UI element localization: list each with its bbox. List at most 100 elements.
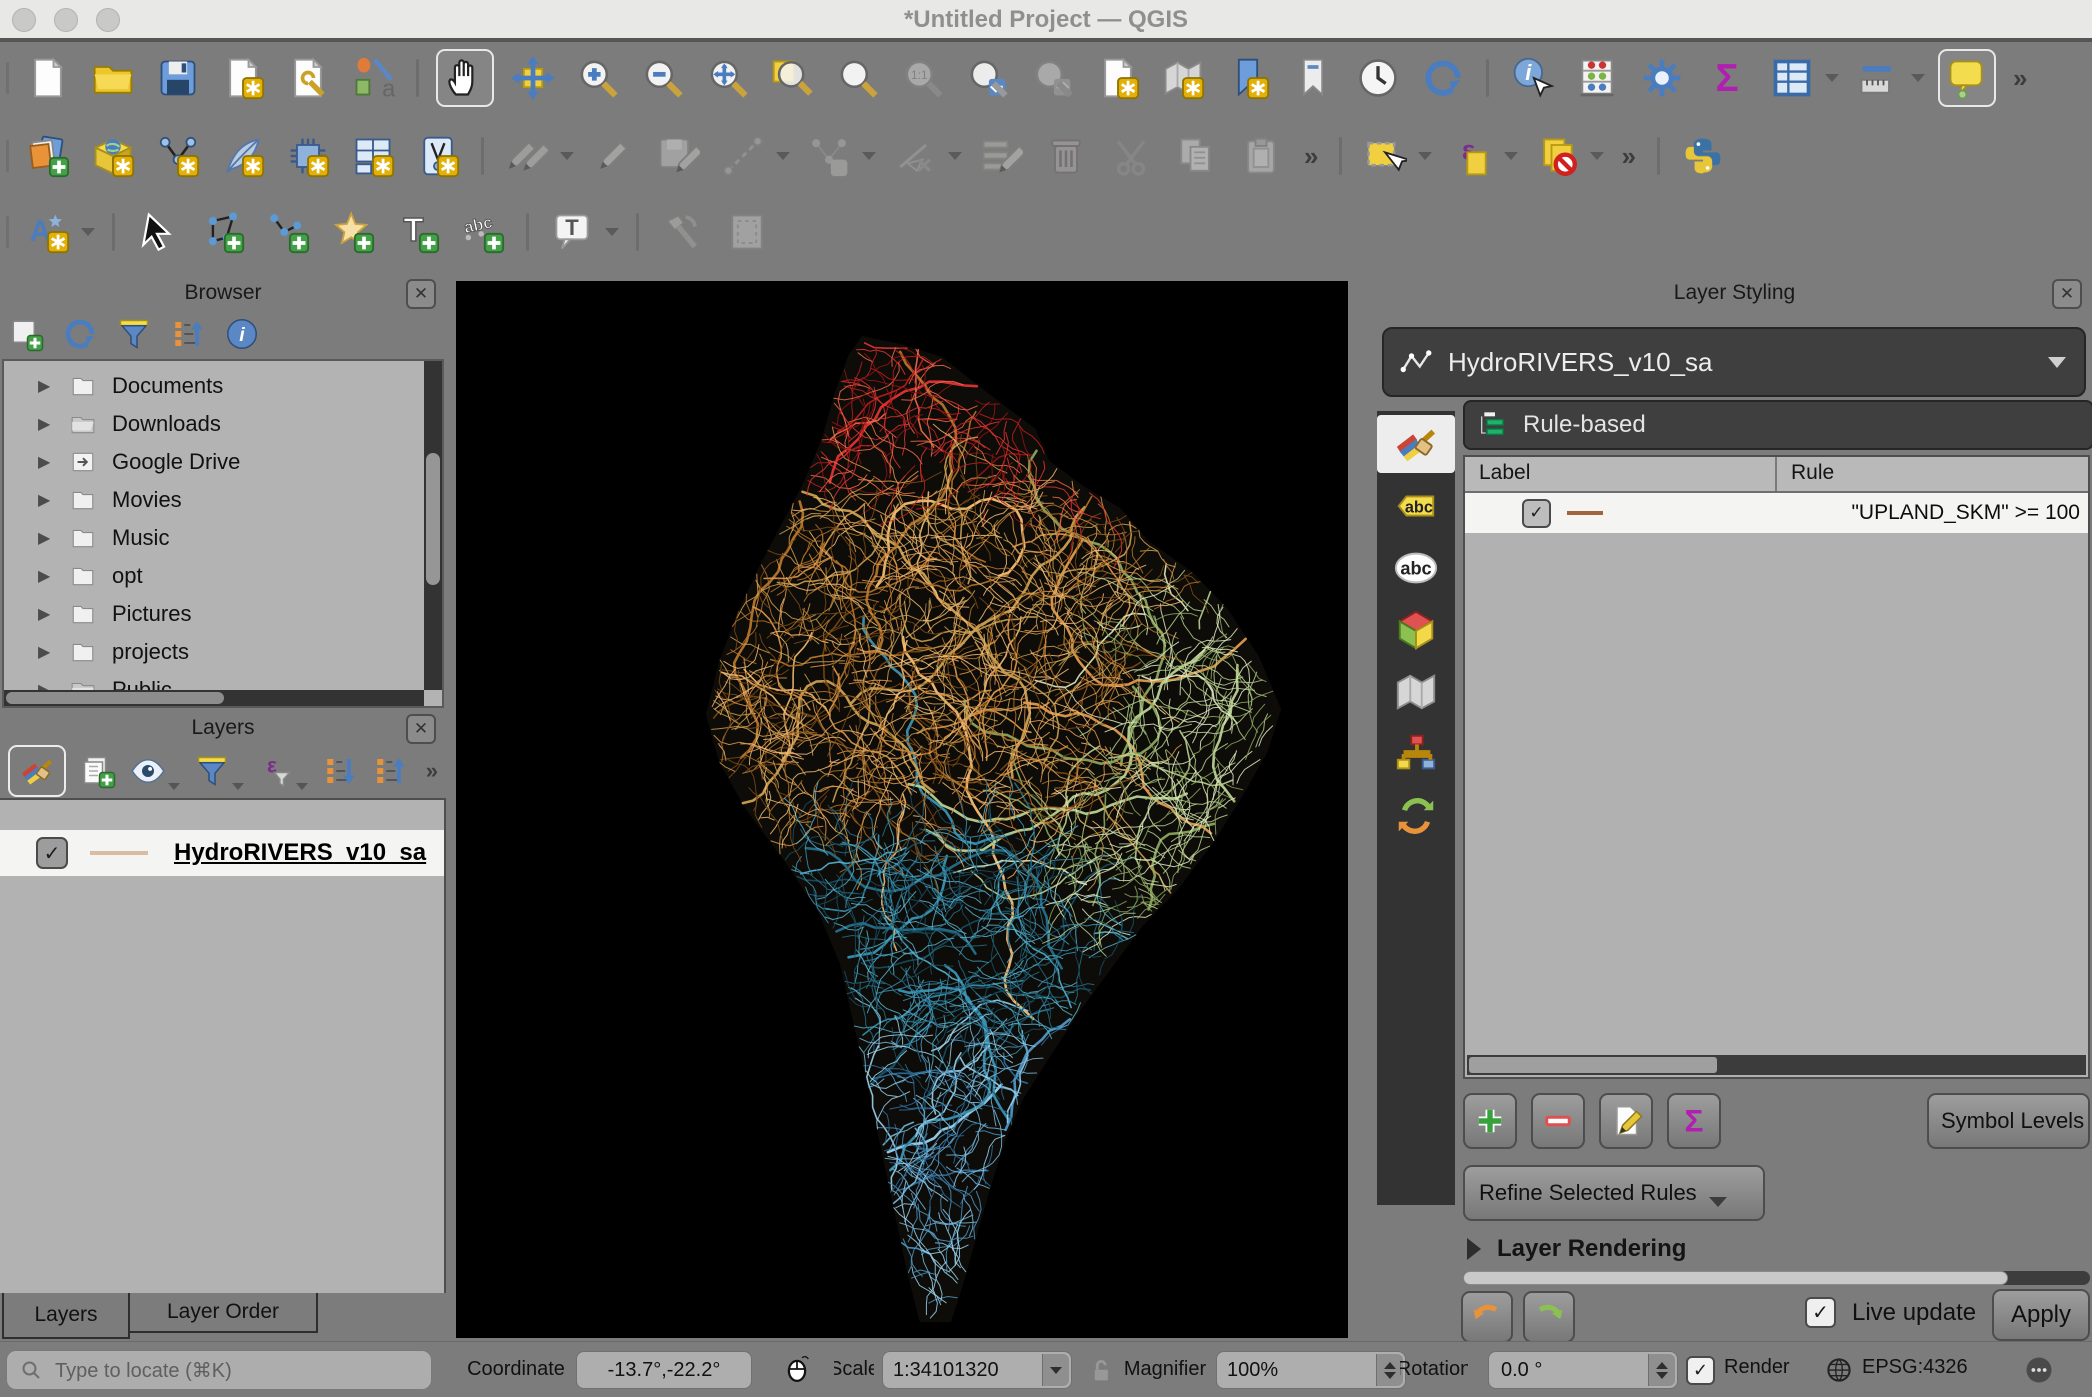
symbol-levels-button[interactable]: Symbol Levels… xyxy=(1927,1093,2090,1149)
refresh-map-button[interactable] xyxy=(1417,52,1469,104)
chevron-down-icon[interactable] xyxy=(1418,152,1432,160)
tab-history[interactable] xyxy=(1377,787,1455,845)
toolbar-overflow-button[interactable]: » xyxy=(1621,141,1635,172)
zoom-in-button[interactable] xyxy=(572,52,624,104)
pan-map-button[interactable] xyxy=(436,49,494,107)
zoom-to-layer-button[interactable] xyxy=(832,52,884,104)
chevron-down-icon[interactable] xyxy=(1504,152,1518,160)
rule-checkbox[interactable]: ✓ xyxy=(1522,499,1551,528)
tab-layer-order[interactable]: Layer Order xyxy=(128,1293,318,1333)
redo-style-button[interactable] xyxy=(1523,1291,1575,1343)
new-shapefile-layer-button[interactable] xyxy=(152,130,204,182)
chevron-down-icon[interactable] xyxy=(81,228,95,236)
measure-line-button[interactable] xyxy=(1852,52,1904,104)
show-layout-manager-button[interactable] xyxy=(282,52,334,104)
toolbar-drag-handle[interactable] xyxy=(6,62,9,94)
crs-status[interactable]: EPSG:4326 xyxy=(1862,1356,1968,1379)
toolbar-drag-handle[interactable] xyxy=(6,140,9,172)
live-update-control[interactable]: ✓ Live update xyxy=(1805,1297,1976,1328)
tab-labels[interactable]: abc xyxy=(1377,477,1455,535)
browser-item-downloads[interactable]: ▶Downloads xyxy=(4,405,442,443)
close-browser-panel-button[interactable]: ✕ xyxy=(406,279,436,309)
chevron-down-icon[interactable] xyxy=(605,228,619,236)
toolbar-drag-handle[interactable] xyxy=(6,216,9,248)
edit-rule-button[interactable] xyxy=(1599,1093,1653,1149)
tab-multiedit-style[interactable] xyxy=(1377,725,1455,783)
close-layer-styling-button[interactable]: ✕ xyxy=(2052,279,2082,309)
add-rule-button[interactable] xyxy=(1463,1093,1517,1149)
chevron-down-icon[interactable] xyxy=(168,783,180,790)
new-print-layout-button[interactable] xyxy=(217,52,269,104)
new-temporary-scratch-layer-button[interactable] xyxy=(412,130,464,182)
select-by-expression-button[interactable]: ε xyxy=(1445,130,1497,182)
temporal-controller-button[interactable] xyxy=(1352,52,1404,104)
live-update-checkbox[interactable]: ✓ xyxy=(1805,1297,1836,1328)
rotation-spinbox[interactable]: 0.0 ° xyxy=(1488,1351,1678,1389)
renderer-type-select[interactable]: Rule-based xyxy=(1463,400,2092,450)
rules-horizontal-scrollbar[interactable] xyxy=(1467,1055,2086,1075)
open-attribute-table-button[interactable] xyxy=(1766,52,1818,104)
toolbar-overflow-button[interactable]: » xyxy=(2013,63,2027,94)
field-calculator-button[interactable] xyxy=(1571,52,1623,104)
filter-browser-button[interactable] xyxy=(116,316,152,352)
filter-legend-button[interactable] xyxy=(194,753,230,789)
rule-statistics-button[interactable]: Σ xyxy=(1667,1093,1721,1149)
coordinate-input[interactable]: -13.7°,-22.2° xyxy=(576,1351,752,1389)
browser-horizontal-scrollbar[interactable] xyxy=(4,690,424,706)
browser-vertical-scrollbar[interactable] xyxy=(424,361,442,690)
statistical-summary-button[interactable]: Σ xyxy=(1701,52,1753,104)
browser-item-opt[interactable]: ▶opt xyxy=(4,557,442,595)
browser-item-pictures[interactable]: ▶Pictures xyxy=(4,595,442,633)
browser-tree[interactable]: ▶Documents▶Downloads▶Google Drive▶Movies… xyxy=(2,359,444,708)
expand-arrow-icon[interactable]: ▶ xyxy=(38,452,54,472)
pan-to-selection-button[interactable] xyxy=(507,52,559,104)
processing-toolbox-button[interactable] xyxy=(1636,52,1688,104)
identify-features-button[interactable]: i xyxy=(1506,52,1558,104)
expand-arrow-icon[interactable]: ▶ xyxy=(38,528,54,548)
create-text-along-line-button[interactable]: abc xyxy=(457,206,509,258)
show-spatial-bookmarks-button[interactable] xyxy=(1157,52,1209,104)
map-canvas[interactable] xyxy=(456,281,1348,1338)
browser-item-movies[interactable]: ▶Movies xyxy=(4,481,442,519)
styling-layer-select[interactable]: HydroRIVERS_v10_sa xyxy=(1382,327,2086,397)
new-virtual-layer-button[interactable] xyxy=(347,130,399,182)
manage-visibility-button[interactable] xyxy=(130,753,166,789)
show-bookmark-manager-button[interactable] xyxy=(1287,52,1339,104)
create-text-annotation-button[interactable]: T xyxy=(392,206,444,258)
new-spatial-bookmark-button[interactable] xyxy=(1092,52,1144,104)
chevron-down-icon[interactable] xyxy=(560,152,574,160)
create-marker-annotation-button[interactable] xyxy=(327,206,379,258)
balloon-annotation-button[interactable]: T xyxy=(546,206,598,258)
expand-arrow-icon[interactable]: ▶ xyxy=(38,566,54,586)
filter-by-expression-button[interactable]: ε xyxy=(258,753,294,789)
tab-layers[interactable]: Layers xyxy=(2,1293,130,1339)
new-project-button[interactable] xyxy=(22,52,74,104)
layer-visibility-checkbox[interactable]: ✓ xyxy=(36,837,68,869)
open-project-button[interactable] xyxy=(87,52,139,104)
tab-symbology[interactable] xyxy=(1377,415,1455,473)
chevron-down-icon[interactable] xyxy=(1911,74,1925,82)
expand-arrow-icon[interactable]: ▶ xyxy=(38,490,54,510)
save-project-button[interactable] xyxy=(152,52,204,104)
rotation-stepper[interactable] xyxy=(1648,1354,1675,1386)
chevron-down-icon[interactable] xyxy=(776,152,790,160)
chevron-down-icon[interactable] xyxy=(232,783,244,790)
expand-arrow-icon[interactable]: ▶ xyxy=(38,376,54,396)
style-manager-button[interactable]: a xyxy=(347,52,399,104)
browser-item-projects[interactable]: ▶projects xyxy=(4,633,442,671)
close-layers-panel-button[interactable]: ✕ xyxy=(406,714,436,744)
magnifier-spinbox[interactable]: 100% xyxy=(1216,1351,1406,1389)
chevron-down-icon[interactable] xyxy=(1590,152,1604,160)
refresh-browser-button[interactable] xyxy=(62,316,98,352)
chevron-down-icon[interactable] xyxy=(1825,74,1839,82)
render-checkbox[interactable]: ✓ xyxy=(1686,1356,1715,1385)
layer-rendering-section[interactable]: Layer Rendering xyxy=(1467,1235,1686,1263)
tab-diagrams[interactable] xyxy=(1377,663,1455,721)
tab-3d-view[interactable] xyxy=(1377,601,1455,659)
zoom-to-selection-button[interactable] xyxy=(767,52,819,104)
styling-panel-scrollbar[interactable] xyxy=(1463,1271,2090,1285)
layer-row-hydrorivers[interactable]: ✓ HydroRIVERS_v10_sa xyxy=(0,830,444,876)
zoom-last-button[interactable] xyxy=(962,52,1014,104)
browser-item-music[interactable]: ▶Music xyxy=(4,519,442,557)
panel-overflow-button[interactable]: » xyxy=(426,758,438,784)
